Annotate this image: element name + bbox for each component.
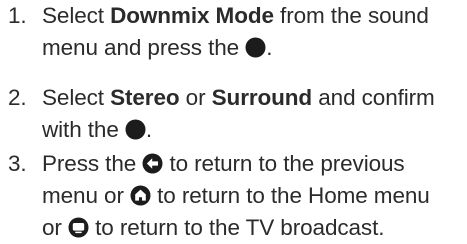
- option-name: Surround: [211, 85, 313, 110]
- step-line: with the .: [42, 114, 466, 146]
- text-segment: menu or: [42, 183, 130, 208]
- ok-button-icon: [125, 119, 146, 140]
- step-line: menu and press the .: [42, 32, 466, 64]
- step-text: Press the to return to the previous menu…: [42, 148, 466, 244]
- home-button-icon: [130, 185, 151, 206]
- text-segment: and confirm: [312, 85, 435, 110]
- step-number: 3.: [8, 151, 27, 176]
- step-line: Select Stereo or Surround and confirm: [42, 82, 466, 114]
- text-segment: to return to the TV broadcast.: [88, 215, 385, 240]
- text-segment: from the sound: [273, 3, 429, 28]
- step-text: Select Stereo or Surround and confirm wi…: [42, 82, 466, 146]
- step-line: or to return to the TV broadcast.: [42, 212, 466, 244]
- step-number: 2.: [8, 85, 27, 110]
- back-button-icon: [142, 153, 163, 174]
- text-segment: Select: [42, 3, 111, 28]
- tv-button-icon: [68, 217, 89, 238]
- step-number: 1.: [8, 3, 27, 28]
- text-segment: .: [145, 117, 153, 142]
- step-line: Press the to return to the previous: [42, 148, 466, 180]
- option-name: Stereo: [110, 85, 180, 110]
- ok-button-icon: [245, 37, 266, 58]
- step-text: Select Downmix Mode from the sound menu …: [42, 0, 466, 64]
- text-segment: Select: [42, 85, 111, 110]
- text-segment: to return to the Home menu: [151, 183, 430, 208]
- text-segment: Press the: [42, 151, 143, 176]
- text-segment: .: [266, 35, 273, 60]
- text-segment: menu and press the: [42, 35, 246, 60]
- step-line: Select Downmix Mode from the sound: [42, 0, 466, 32]
- text-segment: with the: [42, 117, 125, 142]
- text-segment: or: [42, 215, 68, 240]
- text-segment: or: [179, 85, 212, 110]
- menu-item-name: Downmix Mode: [110, 3, 274, 28]
- step-line: menu or to return to the Home menu: [42, 180, 466, 212]
- text-segment: to return to the previous: [163, 151, 405, 176]
